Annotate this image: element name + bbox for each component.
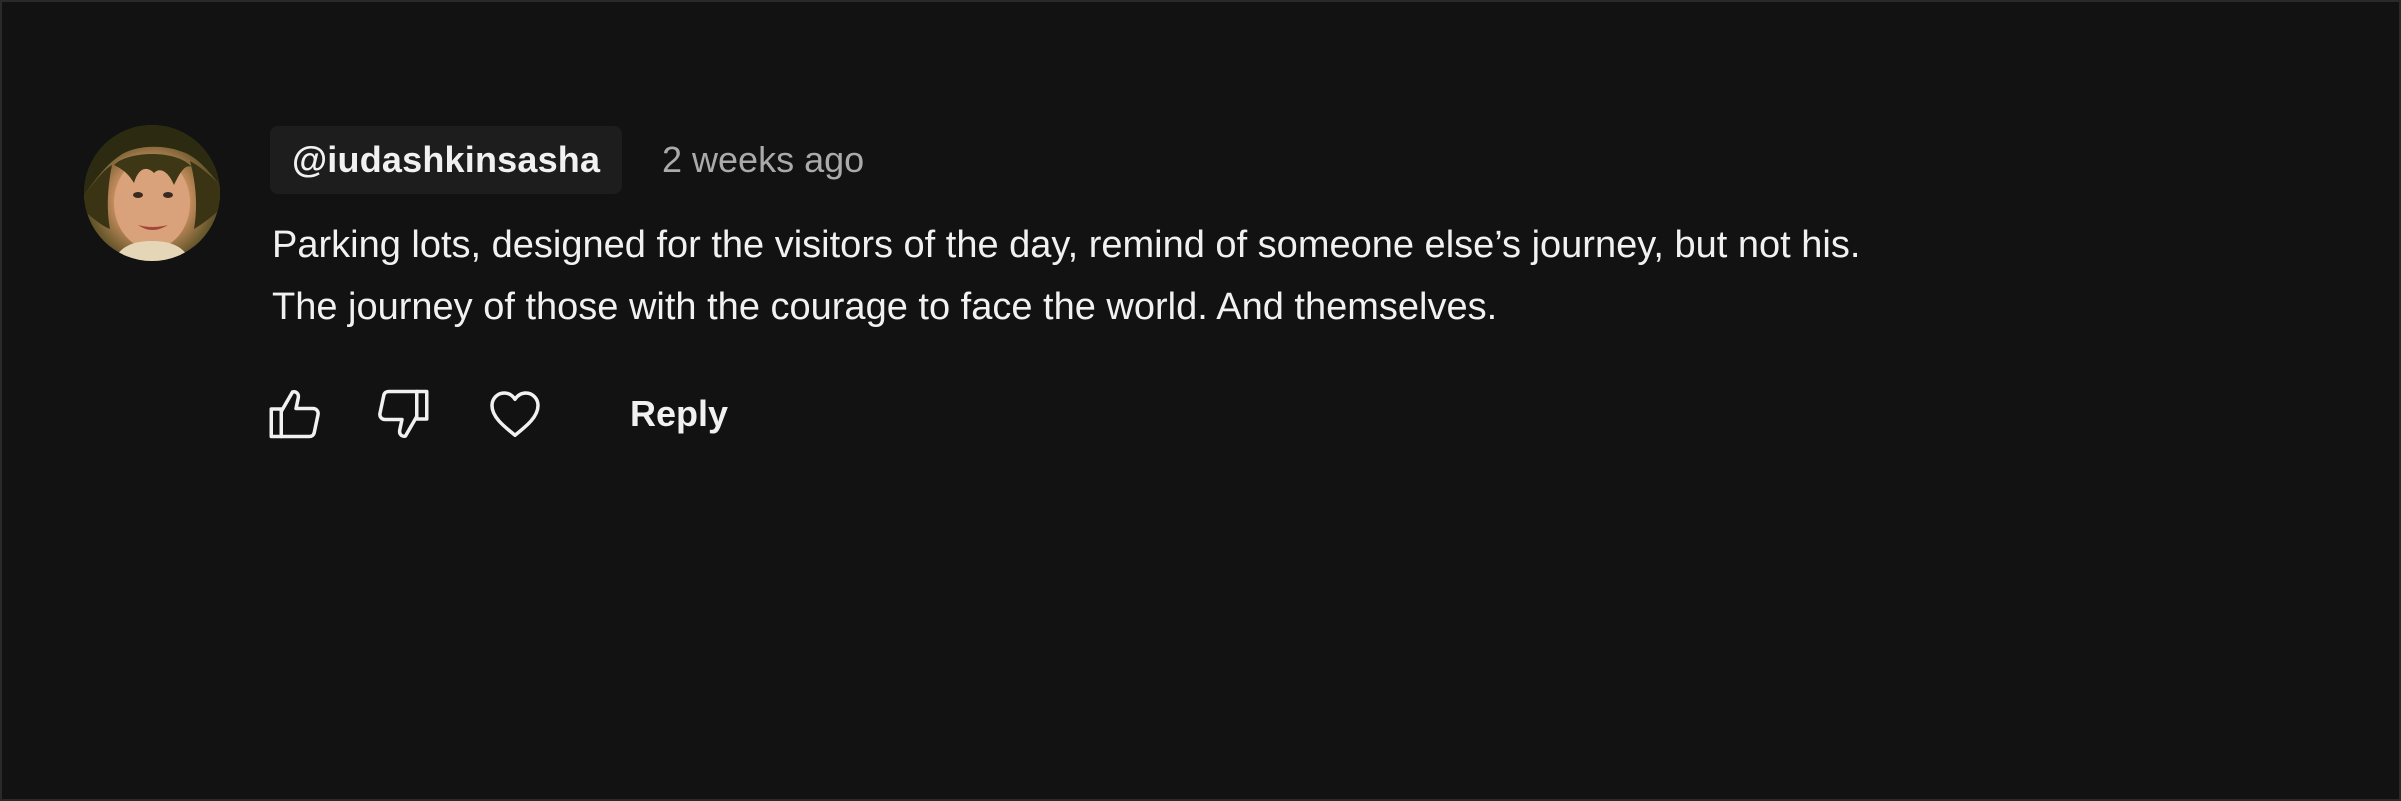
comment-body-line: Parking lots, designed for the visitors … (272, 224, 1861, 266)
reply-button[interactable]: Reply (630, 386, 728, 442)
author-handle-text: @iudashkinsasha (292, 139, 601, 180)
dislike-button[interactable] (371, 382, 435, 446)
heart-icon (490, 391, 540, 437)
avatar[interactable] (84, 125, 220, 261)
thumb-up-icon (269, 390, 320, 439)
comment-body-line: The journey of those with the courage to… (272, 286, 1498, 328)
comment-timestamp[interactable]: 2 weeks ago (662, 139, 864, 181)
author-handle[interactable]: @iudashkinsasha (270, 126, 623, 194)
comment-body: Parking lots, designed for the visitors … (272, 214, 2272, 338)
comment-thread-item: @iudashkinsasha 2 weeks ago Parking lots… (0, 0, 2401, 801)
thumb-down-icon (378, 389, 429, 438)
user-avatar-photo (84, 125, 220, 261)
heart-button[interactable] (483, 382, 547, 446)
like-button[interactable] (263, 382, 327, 446)
